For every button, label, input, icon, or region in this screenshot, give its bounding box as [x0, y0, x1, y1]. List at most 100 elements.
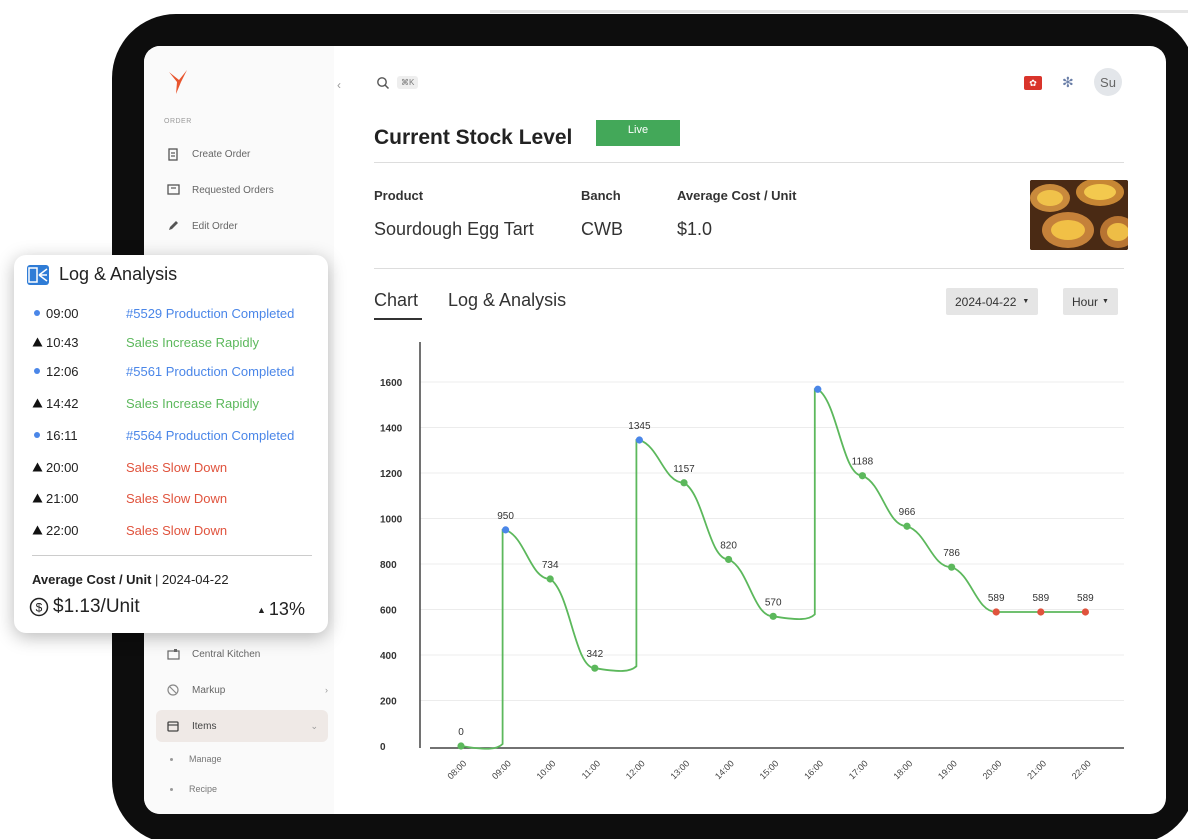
log-entry[interactable]: 14:42 Sales Increase Rapidly: [30, 393, 259, 413]
cost-label: Average Cost / Unit: [32, 572, 152, 587]
cost-change: ▲ 13%: [257, 599, 305, 620]
y-tick-label: 0: [380, 742, 386, 753]
log-message: Sales Slow Down: [126, 490, 228, 506]
x-tick-label: 21:00: [1025, 758, 1048, 781]
x-tick-label: 19:00: [936, 758, 959, 781]
log-message: Sales Increase Rapidly: [126, 395, 259, 411]
log-entry[interactable]: 09:00 #5529 Production Completed: [30, 303, 294, 323]
log-message: #5561 Production Completed: [126, 363, 295, 379]
data-label: 342: [586, 649, 603, 660]
data-point: [769, 612, 777, 620]
data-point: [903, 522, 911, 530]
log-entry[interactable]: 16:11 #5564 Production Completed: [30, 425, 294, 445]
cost-summary-line: Average Cost / Unit | 2024-04-22: [32, 572, 229, 587]
data-point: [457, 742, 465, 750]
x-tick-label: 15:00: [758, 758, 781, 781]
data-label: 570: [765, 597, 782, 608]
triangle-icon: [30, 493, 44, 503]
data-point: [992, 608, 1000, 616]
data-label: 589: [988, 593, 1005, 604]
log-message: #5564 Production Completed: [126, 427, 295, 443]
y-tick-label: 1400: [380, 424, 403, 435]
data-label: 0: [458, 727, 464, 738]
log-message: Sales Slow Down: [126, 459, 228, 475]
dollar-icon: $: [29, 597, 49, 617]
log-time: 14:42: [46, 395, 79, 411]
data-point: [1037, 608, 1045, 616]
triangle-icon: [30, 337, 44, 347]
data-label: 1157: [673, 464, 695, 475]
log-time: 21:00: [46, 490, 79, 506]
dot-icon: [30, 309, 44, 317]
data-label: 589: [1032, 593, 1049, 604]
data-point: [591, 664, 599, 672]
data-point: [814, 385, 822, 393]
dot-icon: [30, 367, 44, 375]
data-point: [948, 563, 956, 571]
y-tick-label: 1600: [380, 378, 403, 389]
data-label: 820: [720, 540, 737, 551]
cost-date: 2024-04-22: [162, 572, 229, 587]
data-label: 966: [899, 507, 916, 518]
data-point: [1081, 608, 1089, 616]
card-title: Log & Analysis: [59, 264, 178, 284]
log-analysis-icon: [27, 264, 49, 285]
y-tick-label: 800: [380, 560, 397, 571]
data-label: 1188: [852, 457, 874, 468]
log-entry[interactable]: 12:06 #5561 Production Completed: [30, 361, 294, 381]
x-tick-label: 20:00: [981, 758, 1004, 781]
log-entry[interactable]: 10:43 Sales Increase Rapidly: [30, 332, 259, 352]
triangle-icon: [30, 462, 44, 472]
log-entry[interactable]: 22:00 Sales Slow Down: [30, 520, 227, 540]
data-label: 734: [542, 560, 559, 571]
x-tick-label: 22:00: [1070, 758, 1093, 781]
y-tick-label: 200: [380, 697, 397, 708]
data-point: [725, 555, 733, 564]
log-message: Sales Increase Rapidly: [126, 334, 259, 350]
log-time: 20:00: [46, 459, 79, 475]
divider: [32, 555, 312, 556]
data-point: [635, 436, 643, 444]
x-tick-label: 12:00: [624, 758, 647, 781]
log-time: 22:00: [46, 522, 79, 538]
x-tick-label: 10:00: [535, 758, 558, 781]
log-time: 10:43: [46, 334, 79, 350]
cost-per-unit: $ $1.13/Unit: [29, 596, 140, 618]
data-label: 950: [497, 511, 514, 522]
x-tick-label: 16:00: [802, 758, 825, 781]
triangle-icon: [30, 398, 44, 408]
x-tick-label: 17:00: [847, 758, 870, 781]
y-tick-label: 600: [380, 606, 397, 617]
card-header: Log & Analysis: [27, 264, 177, 285]
svg-text:$: $: [36, 601, 43, 615]
data-point: [502, 526, 510, 534]
cost-change-value: 13%: [268, 599, 305, 619]
x-tick-label: 18:00: [891, 758, 914, 781]
data-label: 1345: [628, 421, 651, 432]
x-tick-label: 08:00: [445, 758, 468, 781]
data-label: 786: [943, 548, 960, 559]
y-tick-label: 1000: [380, 515, 403, 526]
log-time: 12:06: [46, 363, 79, 379]
x-tick-label: 14:00: [713, 758, 736, 781]
frame-edge: [490, 10, 1188, 13]
log-message: Sales Slow Down: [126, 522, 228, 538]
cost-per-unit-value: $1.13/Unit: [53, 596, 140, 617]
triangle-icon: [30, 525, 44, 535]
x-tick-label: 09:00: [490, 758, 513, 781]
cost-separator: |: [151, 572, 163, 587]
y-tick-label: 1200: [380, 469, 403, 480]
log-time: 09:00: [46, 305, 79, 321]
dot-icon: [30, 431, 44, 439]
log-entry[interactable]: 20:00 Sales Slow Down: [30, 457, 227, 477]
data-point: [680, 479, 688, 487]
data-point: [858, 472, 867, 480]
log-entry[interactable]: 21:00 Sales Slow Down: [30, 488, 227, 508]
log-analysis-card: Log & Analysis 09:00 #5529 Production Com…: [14, 255, 328, 633]
log-time: 16:11: [46, 427, 78, 443]
data-label: 589: [1077, 593, 1094, 604]
log-message: #5529 Production Completed: [126, 305, 295, 321]
x-tick-label: 11:00: [580, 758, 603, 781]
x-tick-label: 13:00: [668, 758, 691, 781]
triangle-up-icon: ▲: [257, 604, 266, 615]
